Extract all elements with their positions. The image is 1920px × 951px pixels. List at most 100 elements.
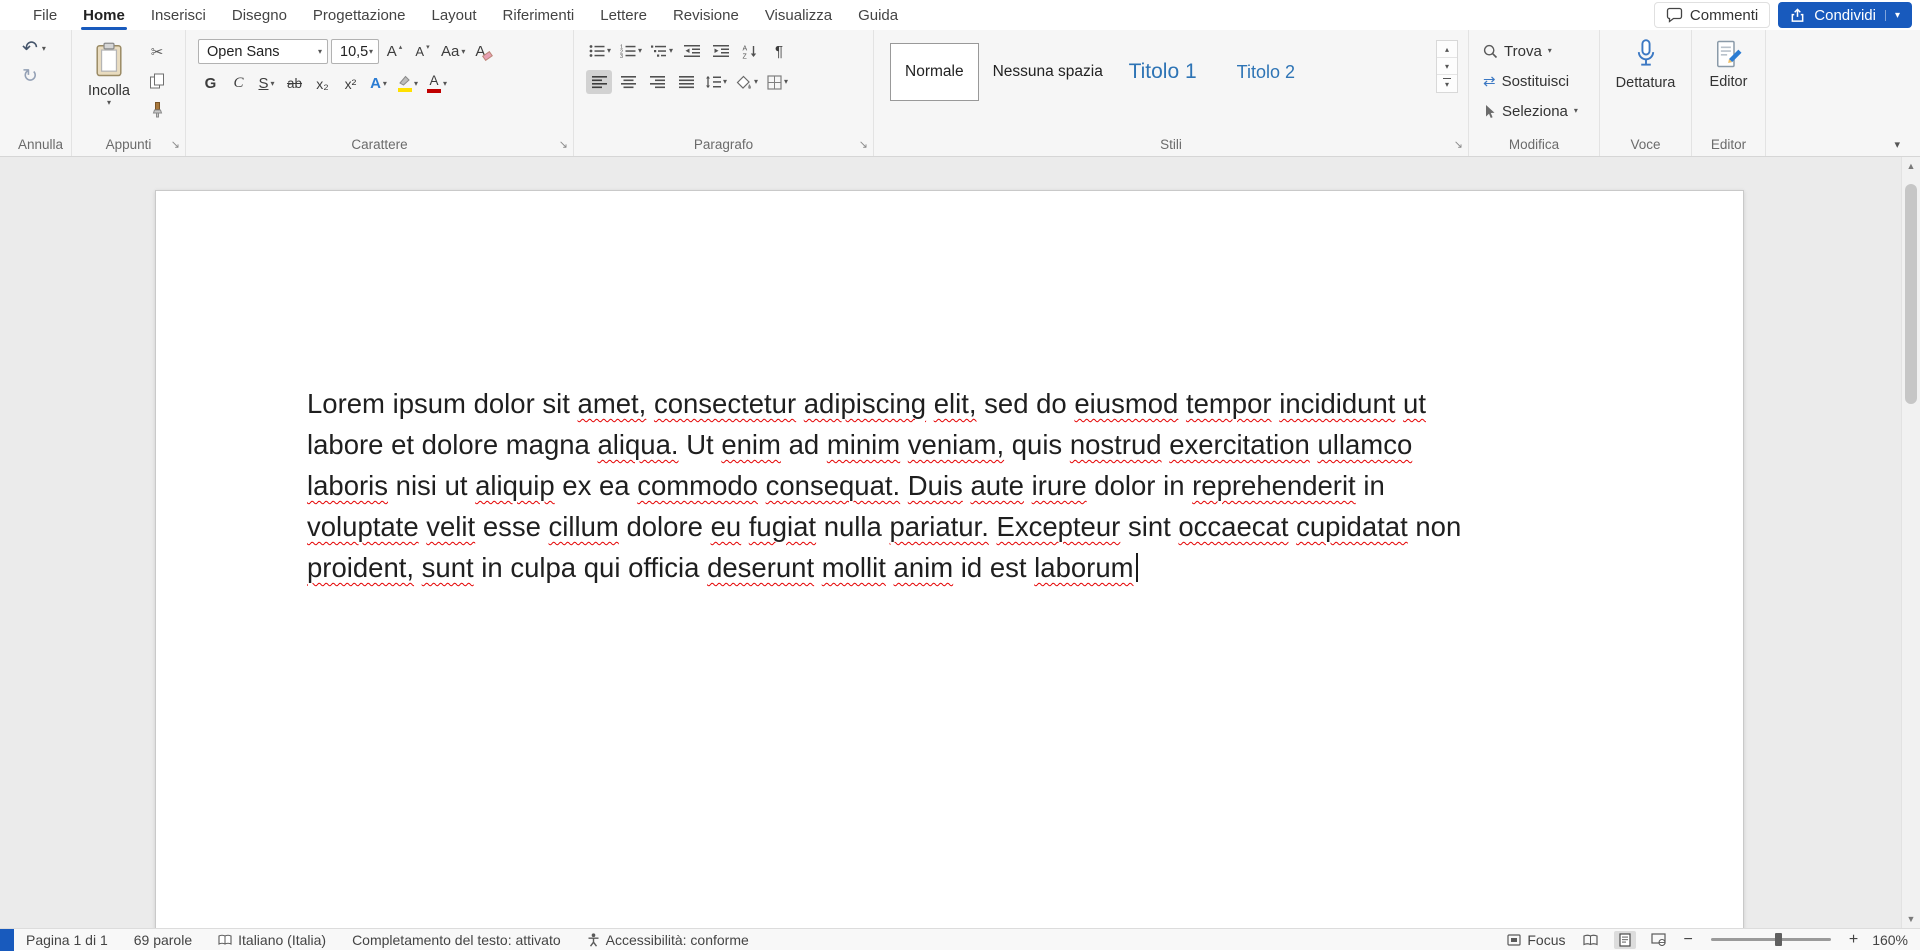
page-count[interactable]: Pagina 1 di 1	[26, 932, 108, 948]
text-line[interactable]: laboris nisi ut aliquip ex ea commodo co…	[307, 465, 1593, 506]
menu-tab-file[interactable]: File	[20, 0, 70, 30]
menu-tab-visualizza[interactable]: Visualizza	[752, 0, 845, 30]
group-label-stili: Stili	[874, 137, 1468, 152]
carattere-dialog-launcher-icon[interactable]: ↘	[559, 140, 568, 151]
document-canvas[interactable]: Lorem ipsum dolor sit amet, consectetur …	[0, 157, 1920, 928]
increase-indent-button[interactable]	[708, 39, 734, 63]
zoom-level[interactable]: 160%	[1872, 932, 1908, 948]
collapse-ribbon-chevron-icon[interactable]: ▾	[1894, 138, 1900, 151]
menu-tab-guida[interactable]: Guida	[845, 0, 911, 30]
shrink-font-button[interactable]: A▾	[410, 39, 435, 64]
find-label: Trova	[1504, 43, 1542, 60]
cut-button[interactable]: ✂	[144, 40, 170, 64]
word-count[interactable]: 69 parole	[134, 932, 192, 948]
sort-button[interactable]: AZ	[737, 39, 763, 63]
stili-dialog-launcher-icon[interactable]: ↘	[1454, 140, 1463, 151]
menu-tab-layout[interactable]: Layout	[419, 0, 490, 30]
style-titolo-2[interactable]: Titolo 2	[1223, 43, 1309, 101]
justify-button[interactable]	[673, 70, 699, 94]
shading-button[interactable]: ▾	[733, 70, 761, 94]
document-page[interactable]: Lorem ipsum dolor sit amet, consectetur …	[155, 190, 1744, 928]
show-formatting-marks-button[interactable]: ¶	[766, 39, 792, 63]
line-spacing-button[interactable]: ▾	[702, 70, 730, 94]
strikethrough-button[interactable]: ab	[282, 71, 307, 96]
numbering-button[interactable]: 123 ▾	[617, 39, 645, 63]
paragrafo-dialog-launcher-icon[interactable]: ↘	[859, 140, 868, 151]
find-button[interactable]: Trova ▾	[1483, 40, 1599, 62]
style-gallery-more-button[interactable]: ▾	[1437, 75, 1457, 92]
text-line[interactable]: voluptate velit esse cillum dolore eu fu…	[307, 506, 1593, 547]
replace-button[interactable]: ⇄ Sostituisci	[1483, 70, 1599, 92]
highlight-color-button[interactable]: ▾	[394, 71, 421, 96]
zoom-slider-thumb[interactable]	[1775, 933, 1782, 946]
italic-button[interactable]: C	[226, 71, 251, 96]
style-nessuna-spaziatura[interactable]: Nessuna spaziatura	[991, 43, 1103, 101]
word: est	[990, 552, 1027, 583]
undo-button[interactable]: ↶	[22, 39, 38, 58]
text-effects-button[interactable]: A▾	[366, 71, 391, 96]
font-name-combobox[interactable]: Open Sans ▾	[198, 39, 328, 64]
editor-button[interactable]: Editor	[1692, 30, 1765, 90]
align-right-button[interactable]	[644, 70, 670, 94]
share-button[interactable]: Condividi ▾	[1778, 2, 1912, 28]
comments-button[interactable]: Commenti	[1654, 2, 1770, 28]
superscript-button[interactable]: x²	[338, 71, 363, 96]
text-line[interactable]: Lorem ipsum dolor sit amet, consectetur …	[307, 383, 1593, 424]
style-titolo-1[interactable]: Titolo 1	[1115, 43, 1211, 101]
text-completion-status[interactable]: Completamento del testo: attivato	[352, 932, 561, 948]
text-line[interactable]: labore et dolore magna aliqua. Ut enim a…	[307, 424, 1593, 465]
dictate-button[interactable]: Dettatura	[1600, 30, 1691, 91]
editor-label: Editor	[1710, 74, 1748, 90]
decrease-indent-button[interactable]	[679, 39, 705, 63]
scroll-down-arrow-icon[interactable]: ▼	[1902, 914, 1920, 924]
font-size-combobox[interactable]: 10,5 ▾	[331, 39, 379, 64]
scroll-up-arrow-icon[interactable]: ▲	[1902, 161, 1920, 171]
search-icon	[1483, 44, 1498, 59]
font-color-button[interactable]: A ▾	[424, 71, 450, 96]
menu-tab-home[interactable]: Home	[70, 0, 138, 30]
subscript-button[interactable]: x₂	[310, 71, 335, 96]
bold-button[interactable]: G	[198, 71, 223, 96]
bullets-button[interactable]: ▾	[586, 39, 614, 63]
menu-tab-progettazione[interactable]: Progettazione	[300, 0, 419, 30]
format-painter-button[interactable]	[144, 98, 170, 122]
clear-formatting-button[interactable]: A	[471, 39, 496, 64]
change-case-button[interactable]: Aa▾	[438, 39, 468, 64]
read-mode-button[interactable]	[1580, 931, 1602, 949]
text-line[interactable]: proident, sunt in culpa qui officia dese…	[307, 547, 1593, 588]
scrollbar-thumb[interactable]	[1905, 184, 1917, 404]
redo-button[interactable]: ↻	[22, 67, 71, 86]
style-gallery-up-button[interactable]: ▴	[1437, 41, 1457, 58]
borders-button[interactable]: ▾	[764, 70, 791, 94]
align-left-button[interactable]	[586, 70, 612, 94]
menu-tab-revisione[interactable]: Revisione	[660, 0, 752, 30]
document-text[interactable]: Lorem ipsum dolor sit amet, consectetur …	[156, 191, 1743, 588]
underline-button[interactable]: S▾	[254, 71, 279, 96]
zoom-out-button[interactable]: −	[1684, 932, 1693, 948]
paste-button[interactable]: Incolla ▾	[81, 35, 137, 127]
multilevel-list-button[interactable]: ▾	[648, 39, 676, 63]
web-layout-button[interactable]	[1648, 931, 1670, 949]
style-gallery-down-button[interactable]: ▾	[1437, 58, 1457, 75]
appunti-dialog-launcher-icon[interactable]: ↘	[171, 140, 180, 151]
menu-tab-inserisci[interactable]: Inserisci	[138, 0, 219, 30]
select-button[interactable]: Seleziona ▾	[1483, 100, 1599, 122]
share-dropdown-chevron-icon[interactable]: ▾	[1885, 10, 1900, 21]
grow-font-button[interactable]: A▴	[382, 39, 407, 64]
zoom-slider[interactable]	[1711, 938, 1831, 941]
zoom-in-button[interactable]: +	[1849, 932, 1858, 948]
cursor-arrow-icon	[1483, 104, 1496, 119]
menu-tab-riferimenti[interactable]: Riferimenti	[490, 0, 588, 30]
copy-button[interactable]	[144, 69, 170, 93]
vertical-scrollbar[interactable]: ▲ ▼	[1901, 157, 1920, 928]
menu-tab-lettere[interactable]: Lettere	[587, 0, 660, 30]
accessibility-status[interactable]: Accessibilità: conforme	[587, 932, 749, 948]
align-center-button[interactable]	[615, 70, 641, 94]
language-status[interactable]: Italiano (Italia)	[218, 932, 326, 948]
focus-mode-button[interactable]: Focus	[1507, 932, 1565, 948]
menu-tab-disegno[interactable]: Disegno	[219, 0, 300, 30]
paste-dropdown-chevron-icon[interactable]: ▾	[107, 99, 111, 107]
print-layout-button[interactable]	[1614, 931, 1636, 949]
undo-dropdown-chevron-icon[interactable]: ▾	[42, 45, 46, 53]
style-normale[interactable]: Normale	[890, 43, 979, 101]
